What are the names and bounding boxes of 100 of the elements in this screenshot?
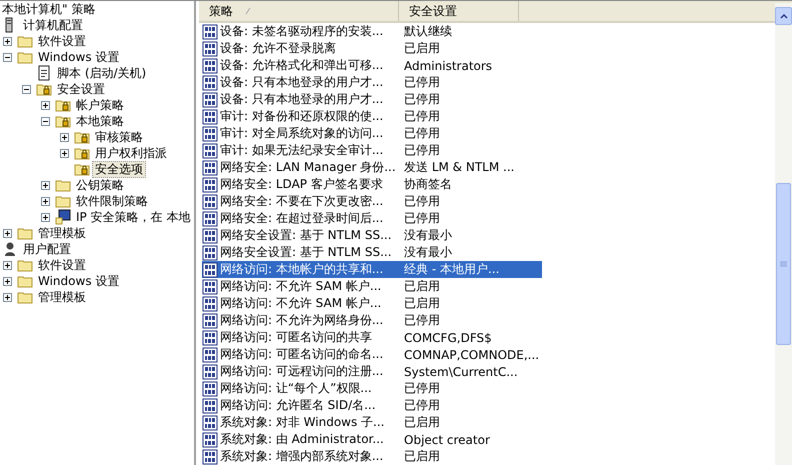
column-heading[interactable]: 安全设置 — [399, 1, 519, 21]
policy-row[interactable]: 网络访问: 不允许 SAM 帐户... 已启用 — [202, 278, 542, 295]
policy-row[interactable]: 网络安全: LDAP 客户签名要求 协商签名 — [202, 176, 542, 193]
policy-name: 设备: 只有本地登录的用户才... — [220, 74, 384, 91]
policy-setting: 已启用 — [404, 414, 441, 431]
policy-icon — [202, 210, 218, 226]
policy-name: 网络访问: 允许匿名 SID/名... — [220, 397, 377, 414]
policy-row[interactable]: 网络访问: 允许匿名 SID/名... 已停用 — [202, 397, 542, 414]
tree-item[interactable]: 软件设置 — [35, 256, 89, 274]
policy-setting: 经典 - 本地用户... — [404, 261, 500, 278]
collapse-icon[interactable] — [22, 84, 31, 94]
policy-name: 设备: 允许格式化和弹出可移... — [220, 57, 384, 74]
policy-row[interactable]: 设备: 未签名驱动程序的安装... 默认继续 — [202, 23, 542, 40]
policy-icon — [202, 330, 218, 346]
scroll-up-button[interactable] — [775, 7, 792, 25]
policy-setting: 已停用 — [404, 312, 441, 329]
policy-icon — [202, 244, 218, 260]
tree-item[interactable]: 安全设置 — [54, 80, 108, 98]
policy-row[interactable]: 网络安全: 在超过登录时间后... 已停用 — [202, 210, 542, 227]
policy-row[interactable]: 系统对象: 增强内部系统对象... 已启用 — [202, 448, 542, 465]
tree-root[interactable]: 本地计算机" 策略 — [0, 1, 194, 17]
policy-setting: COMNAP,COMNODE,... — [404, 348, 540, 362]
expand-icon[interactable] — [3, 228, 12, 238]
policy-row[interactable]: 网络安全设置: 基于 NTLM SS... 没有最小 — [202, 244, 542, 261]
scroll-thumb[interactable] — [776, 183, 791, 345]
tree-item[interactable]: 帐户策略 — [73, 96, 127, 114]
policy-name: 设备: 只有本地登录的用户才... — [220, 91, 384, 108]
policy-row[interactable]: 审计: 对全局系统对象的访问... 已停用 — [202, 125, 542, 142]
tree-item[interactable]: 用户配置 — [20, 240, 74, 258]
tree-item[interactable]: 安全选项 — [92, 160, 146, 178]
policy-setting: 已停用 — [404, 210, 441, 227]
policy-setting: 已停用 — [404, 108, 441, 125]
tree-item[interactable]: 公钥策略 — [73, 176, 127, 194]
expand-icon[interactable] — [41, 100, 50, 110]
policy-row[interactable]: 审计: 如果无法纪录安全审计... 已停用 — [202, 142, 542, 159]
expand-icon[interactable] — [3, 260, 12, 270]
policy-name: 设备: 允许不登录脱离 — [220, 40, 337, 57]
policy-row[interactable]: 系统对象: 由 Administrator... Object creator — [202, 431, 542, 448]
policy-name: 网络访问: 不允许 SAM 帐户... — [220, 278, 382, 295]
policy-setting: 已停用 — [404, 125, 441, 142]
policy-setting: 发送 LM & NTLM ... — [404, 159, 516, 176]
tree-item[interactable]: 脚本 (启动/关机) — [54, 64, 150, 82]
policy-row[interactable]: 网络安全: LAN Manager 身份... 发送 LM & NTLM ... — [202, 159, 542, 176]
tree-item[interactable]: Windows 设置 — [35, 48, 122, 66]
policy-row[interactable]: 网络访问: 可远程访问的注册... System\CurrentC... — [202, 363, 542, 380]
policy-setting: 已启用 — [404, 40, 441, 57]
expand-icon[interactable] — [41, 196, 50, 206]
policy-icon — [202, 346, 218, 362]
policy-icon — [202, 312, 218, 328]
policy-row[interactable]: 网络访问: 本地帐户的共享和... 经典 - 本地用户... — [202, 261, 542, 278]
tree-item[interactable]: IP 安全策略，在 本地 — [73, 208, 194, 226]
expand-icon[interactable] — [3, 292, 12, 302]
policy-icon — [202, 448, 218, 464]
expand-icon[interactable] — [41, 212, 50, 222]
expand-icon[interactable] — [3, 276, 12, 286]
policy-setting: Administrators — [404, 58, 494, 72]
column-title: 策略 — [209, 2, 233, 20]
policy-row[interactable]: 网络访问: 可匿名访问的命名... COMNAP,COMNODE,... — [202, 346, 542, 363]
policy-row[interactable]: 网络访问: 可匿名访问的共享 COMCFG,DFS$ — [202, 329, 542, 346]
grip-icon — [780, 261, 787, 267]
tree-item[interactable]: 计算机配置 — [20, 16, 86, 34]
policy-icon — [202, 142, 218, 158]
policy-name: 网络安全: 不要在下次更改密... — [220, 193, 384, 210]
policy-row[interactable]: 系统对象: 对非 Windows 子... 已启用 — [202, 414, 542, 431]
tree-item[interactable]: 本地策略 — [73, 112, 127, 130]
expand-icon[interactable] — [60, 148, 69, 158]
policy-row[interactable]: 审计: 对备份和还原权限的使... 已停用 — [202, 108, 542, 125]
policy-icon — [202, 262, 218, 278]
policy-row[interactable]: 网络访问: 不允许为网络身份... 已停用 — [202, 312, 542, 329]
tree-item[interactable]: Windows 设置 — [35, 272, 122, 290]
policy-row[interactable]: 网络安全设置: 基于 NTLM SS... 没有最小 — [202, 227, 542, 244]
policy-setting: 没有最小 — [404, 227, 453, 244]
policy-row[interactable]: 网络访问: 不允许 SAM 帐户... 已启用 — [202, 295, 542, 312]
expand-icon[interactable] — [41, 180, 50, 190]
scrollbar[interactable] — [775, 3, 792, 465]
tree-item[interactable]: 管理模板 — [35, 288, 89, 306]
policy-icon — [202, 92, 218, 108]
policy-row[interactable]: 网络访问: 让“每个人”权限... 已停用 — [202, 380, 542, 397]
policy-row[interactable]: 设备: 允许格式化和弹出可移... Administrators — [202, 57, 542, 74]
policy-row[interactable]: 设备: 只有本地登录的用户才... 已停用 — [202, 74, 542, 91]
collapse-icon[interactable] — [3, 52, 12, 62]
policy-icon — [202, 364, 218, 380]
collapse-icon[interactable] — [41, 116, 50, 126]
policy-icon — [202, 58, 218, 74]
column-heading[interactable]: 策略 — [199, 1, 399, 21]
policy-row[interactable]: 设备: 只有本地登录的用户才... 已停用 — [202, 91, 542, 108]
policy-name: 设备: 未签名驱动程序的安装... — [220, 23, 384, 40]
policy-name: 网络访问: 让“每个人”权限... — [220, 380, 373, 397]
tree-item[interactable]: 软件限制策略 — [73, 192, 151, 210]
tree-item[interactable]: 管理模板 — [35, 224, 89, 242]
tree-item[interactable]: 用户权利指派 — [92, 144, 170, 162]
policy-setting: 已停用 — [404, 91, 441, 108]
policy-row[interactable]: 网络安全: 不要在下次更改密... 已停用 — [202, 193, 542, 210]
script-icon — [36, 65, 52, 81]
tree-item[interactable]: 软件设置 — [35, 32, 89, 50]
policy-name: 审计: 如果无法纪录安全审计... — [220, 142, 384, 159]
policy-row[interactable]: 设备: 允许不登录脱离 已启用 — [202, 40, 542, 57]
expand-icon[interactable] — [3, 36, 12, 46]
expand-icon[interactable] — [60, 132, 69, 142]
tree-item[interactable]: 审核策略 — [92, 128, 146, 146]
